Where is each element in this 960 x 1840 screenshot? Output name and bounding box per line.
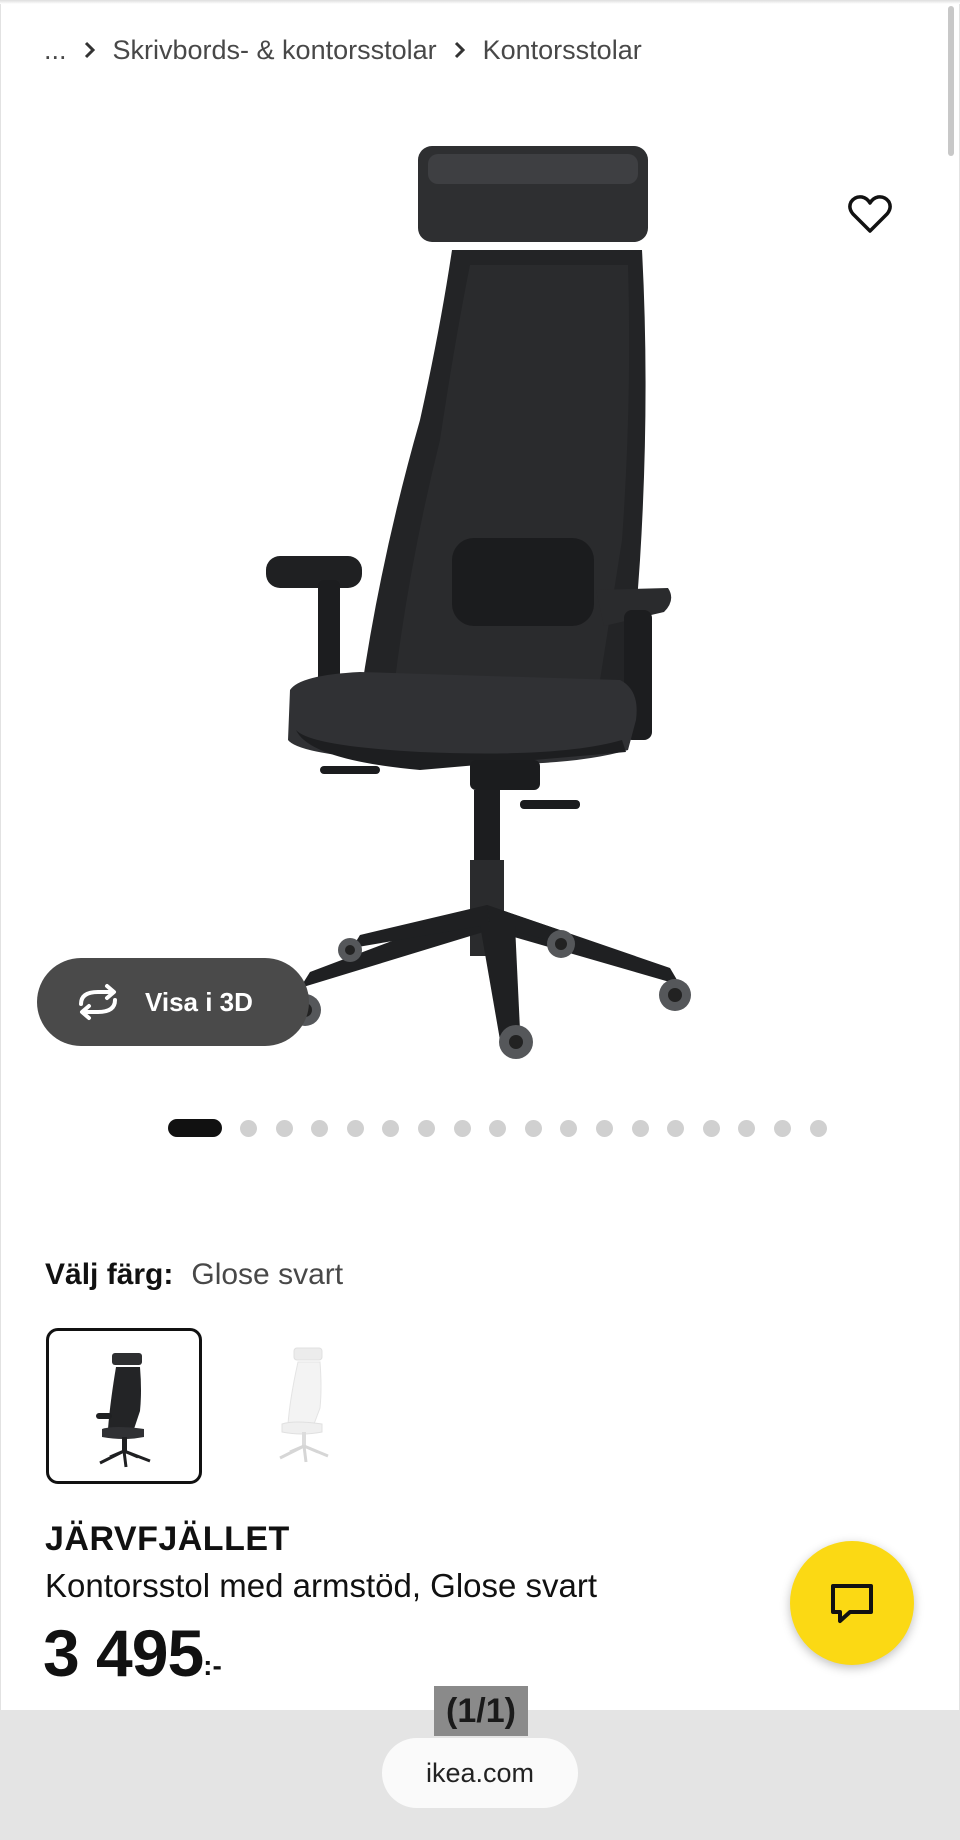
chevron-right-icon [445, 41, 475, 59]
tab-counter: (1/1) [434, 1686, 528, 1736]
carousel-dot[interactable] [524, 1119, 542, 1137]
color-swatch-white[interactable] [225, 1328, 375, 1478]
carousel-dot[interactable] [382, 1119, 400, 1137]
white-chair-thumbnail [279, 1347, 329, 1463]
color-swatch-black[interactable] [46, 1328, 202, 1484]
black-chair-thumbnail [96, 1353, 151, 1468]
carousel-dot[interactable] [346, 1119, 364, 1137]
carousel-dot[interactable] [631, 1119, 649, 1137]
color-selector-header: Välj färg: Glose svart [45, 1258, 343, 1292]
heart-outline-icon [848, 195, 892, 233]
breadcrumb: ... Skrivbords- & kontorsstolar Kontorss… [44, 30, 642, 70]
carousel-dot[interactable] [275, 1119, 293, 1137]
carousel-dot[interactable] [595, 1119, 613, 1137]
carousel-dot[interactable] [240, 1119, 257, 1137]
address-bar[interactable]: ikea.com [382, 1738, 578, 1808]
product-image[interactable] [0, 100, 960, 1090]
breadcrumb-item-skrivbords-kontorsstolar[interactable]: Skrivbords- & kontorsstolar [113, 35, 437, 66]
color-label: Välj färg: [45, 1258, 174, 1291]
color-value: Glose svart [191, 1258, 344, 1291]
carousel-dot[interactable] [773, 1119, 791, 1137]
price-value: 3 495 [43, 1616, 204, 1690]
price-suffix: :- [203, 1650, 222, 1681]
carousel-dot[interactable] [453, 1119, 471, 1137]
chat-bubble-icon [831, 1584, 873, 1623]
carousel-dot[interactable] [489, 1119, 507, 1137]
carousel-dot[interactable] [738, 1119, 756, 1137]
office-chair-illustration [266, 146, 691, 1059]
carousel-dot[interactable] [560, 1119, 578, 1137]
product-description: Kontorsstol med armstöd, Glose svart [45, 1567, 598, 1604]
favorite-button[interactable] [846, 190, 894, 238]
view-3d-button[interactable]: Visa i 3D [37, 958, 309, 1046]
breadcrumb-item-kontorsstolar[interactable]: Kontorsstolar [483, 35, 642, 66]
carousel-dot[interactable] [417, 1119, 435, 1137]
product-price: 3 495 :- [43, 1620, 222, 1686]
product-name: JÄRVFJÄLLET [45, 1520, 290, 1558]
carousel-dots [168, 1118, 845, 1138]
carousel-dot[interactable] [809, 1119, 827, 1137]
carousel-dot[interactable] [702, 1119, 720, 1137]
chevron-right-icon [75, 41, 105, 59]
view-3d-label: Visa i 3D [145, 986, 253, 1017]
carousel-dot-active[interactable] [168, 1119, 222, 1137]
top-shadow [0, 0, 960, 4]
breadcrumb-ellipsis[interactable]: ... [44, 35, 67, 66]
carousel-dot[interactable] [667, 1119, 685, 1137]
carousel-dot[interactable] [311, 1119, 329, 1137]
rotate-arrows-icon [79, 984, 117, 1020]
chat-button[interactable] [790, 1541, 914, 1665]
